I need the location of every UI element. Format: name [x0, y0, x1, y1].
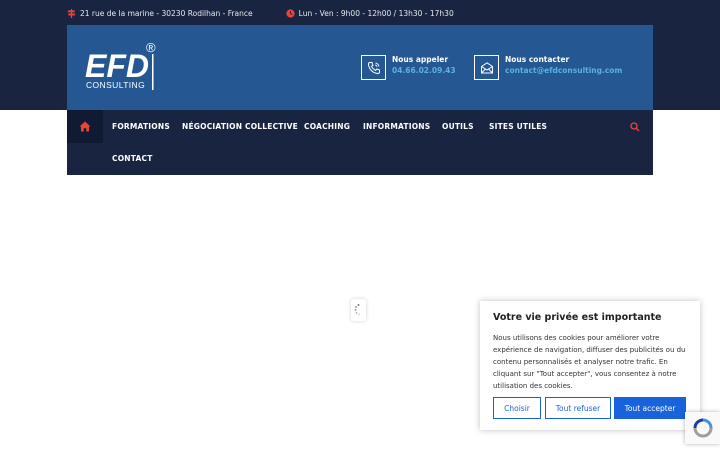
- nav-item-formations[interactable]: FORMATIONS: [112, 122, 170, 132]
- logo-main-text: EFD: [85, 48, 149, 84]
- top-info-bar: 21 rue de la marine - 30230 Rodilhan - F…: [67, 6, 487, 20]
- phone-icon: [367, 61, 380, 74]
- phone-number-link[interactable]: 04.66.02.09.43: [392, 65, 456, 77]
- efd-logo[interactable]: EFD ® CONSULTING: [84, 40, 159, 92]
- mail-box: [474, 55, 499, 80]
- nav-item-outils[interactable]: OUTILS: [442, 122, 474, 132]
- nav-item-informations[interactable]: INFORMATIONS: [363, 122, 430, 132]
- nav-item-sites-utiles[interactable]: SITES UTILES: [489, 122, 547, 132]
- call-block[interactable]: Nous appeler 04.66.02.09.43: [361, 55, 456, 80]
- accept-all-button[interactable]: Tout accepter: [614, 397, 686, 419]
- spinner-icon: [354, 304, 360, 316]
- call-label: Nous appeler: [392, 55, 449, 64]
- mail-block[interactable]: Nous contacter contact@efdconsulting.com: [474, 55, 622, 80]
- reject-all-button[interactable]: Tout refuser: [545, 397, 611, 419]
- cookie-title: Votre vie privée est importante: [493, 312, 662, 323]
- main-navigation: FORMATIONS NÉGOCIATION COLLECTIVE COACHI…: [67, 110, 653, 175]
- search-icon[interactable]: [629, 121, 641, 133]
- address-text: 21 rue de la marine - 30230 Rodilhan - F…: [80, 8, 253, 18]
- address-item: 21 rue de la marine - 30230 Rodilhan - F…: [67, 8, 253, 18]
- mail-label: Nous contacter: [505, 55, 570, 64]
- home-icon: [79, 121, 91, 132]
- email-link[interactable]: contact@efdconsulting.com: [505, 65, 622, 77]
- recaptcha-icon: [693, 418, 712, 438]
- logo-sub-text: CONSULTING: [86, 80, 145, 90]
- choose-button[interactable]: Choisir: [493, 397, 541, 419]
- nav-item-negociation-collective[interactable]: NÉGOCIATION COLLECTIVE: [182, 122, 298, 132]
- nav-item-contact[interactable]: CONTACT: [112, 154, 153, 164]
- envelope-icon: [480, 61, 493, 73]
- clock-icon: [286, 8, 295, 18]
- cookie-buttons: Choisir Tout refuser Tout accepter: [493, 397, 690, 419]
- home-button[interactable]: [67, 110, 103, 143]
- site-header: EFD ® CONSULTING Nous appeler 04.66.02.0…: [67, 25, 653, 110]
- signpost-icon: [67, 8, 76, 18]
- loading-spinner: [351, 299, 366, 321]
- cookie-text: Nous utilisons des cookies pour améliore…: [493, 334, 686, 390]
- recaptcha-badge[interactable]: [685, 412, 720, 444]
- phone-box: [361, 55, 386, 80]
- nav-menu: FORMATIONS NÉGOCIATION COLLECTIVE COACHI…: [103, 110, 623, 175]
- cookie-consent-banner: Votre vie privée est importante Nous uti…: [480, 301, 700, 430]
- nav-item-coaching[interactable]: COACHING: [304, 122, 350, 132]
- logo-mark-text: ®: [146, 40, 156, 55]
- hours-item: Lun - Ven : 9h00 - 12h00 / 13h30 - 17h30: [286, 9, 454, 18]
- hours-text: Lun - Ven : 9h00 - 12h00 / 13h30 - 17h30: [298, 8, 454, 18]
